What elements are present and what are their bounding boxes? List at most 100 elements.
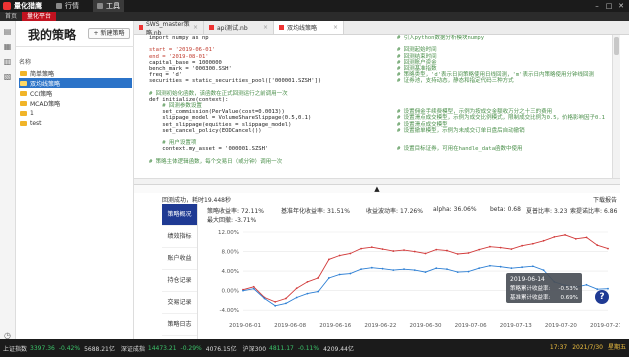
data-point (424, 252, 427, 255)
returns-chart[interactable]: 12.00% 8.00% 4.00% 0.00% -4.00% 2019-06-01 201… (198, 226, 620, 339)
help-icon[interactable]: ? (595, 290, 609, 304)
app-logo: 量化猎鹰 (0, 1, 42, 11)
collapse-up-icon[interactable]: ▲ (374, 185, 379, 193)
data-point (381, 267, 384, 270)
backtest-nav-item[interactable]: 交易记录 (162, 292, 197, 314)
code-text: # 策略主体逻辑函数，每个交易日（或分钟）调用一次 (149, 158, 283, 165)
data-point (478, 248, 481, 251)
data-point (607, 247, 609, 250)
data-point (349, 252, 352, 255)
tab-home[interactable]: 首页 (0, 12, 22, 21)
data-point (295, 287, 298, 290)
backtest-nav-item[interactable]: 持仓记录 (162, 270, 197, 292)
y-tick-label: -4.00% (220, 308, 239, 314)
metric-value: 0.68 (507, 206, 521, 213)
strategy-item[interactable]: 1 (19, 108, 132, 118)
backtest-nav-item[interactable]: 策略概况 (162, 204, 197, 226)
strategy-item[interactable]: 双均线策略 (19, 78, 132, 88)
x-tick-label: 2019-06-30 (410, 323, 442, 329)
research-icon[interactable]: ▦ (3, 42, 12, 51)
close-tab-icon[interactable]: × (263, 24, 268, 31)
metric-label: 索提诺比率: (570, 208, 603, 215)
index-change: -0.29% (180, 344, 202, 352)
y-tick-label: 4.00% (222, 269, 239, 275)
data-point (531, 242, 534, 245)
data-point (553, 235, 556, 238)
max-drawdown-row: 最大回撤: -3.71% (207, 215, 256, 224)
strategy-item-label: MCAD策略 (30, 100, 61, 108)
panel-splitter[interactable]: ▲ (134, 184, 620, 193)
backtest-nav-item[interactable]: 策略日志 (162, 314, 197, 336)
sub-tab-bar: 首页 量化平台 (0, 12, 629, 21)
maximize-icon[interactable]: □ (603, 2, 615, 10)
editor-tab[interactable]: 双均线策略 × (274, 21, 344, 34)
editor-tab[interactable]: api测试.nb × (204, 21, 274, 34)
close-icon[interactable]: ✕ (615, 2, 627, 10)
metric-item: beta: 0.68 (490, 206, 521, 213)
data-point (338, 273, 341, 276)
strategy-item-label: test (30, 119, 42, 127)
data-point (285, 302, 287, 305)
clock-weekday: 星期五 (607, 344, 626, 351)
panel-divider (16, 46, 134, 47)
data-point (392, 269, 395, 272)
editor-tab[interactable]: SWS_master策略.nb × (134, 21, 204, 37)
code-editor[interactable]: import numpy as np # 引入python数据分析模块numpy s… (134, 35, 612, 178)
backtest-nav: 策略概况 绩效指标 账户收益 持仓记录 交易记录 策略日志 (162, 204, 198, 339)
nav-market[interactable]: 行情 (52, 0, 83, 12)
tools-icon (97, 3, 103, 9)
x-tick-label: 2019-07-20 (545, 323, 577, 329)
index-amount: 5688.21亿 (84, 345, 115, 353)
data-point (456, 271, 459, 273)
market-icon (56, 3, 62, 9)
data-point (306, 292, 309, 295)
nav-tools[interactable]: 工具 (93, 0, 124, 12)
strategy-item[interactable]: CCI策略 (19, 88, 132, 98)
name-column-header: 名称 (19, 59, 32, 66)
data-point (403, 268, 405, 271)
x-tick-label: 2019-06-01 (229, 323, 261, 329)
close-tab-icon[interactable]: × (333, 24, 338, 31)
metric-item: 夏普比率: 3.23 (526, 206, 567, 215)
data-icon[interactable]: ▥ (3, 57, 12, 66)
download-report-link[interactable]: 下载报告 (593, 195, 617, 204)
backtest-status-row: 回测成功，耗时19.448秒 下载报告 (162, 195, 620, 204)
data-point (542, 239, 545, 242)
data-point (510, 267, 513, 270)
x-tick-label: 2019-06-08 (274, 323, 306, 329)
metric-label: 夏普比率: (526, 208, 553, 215)
x-tick-label: 2019-07-27 (590, 323, 620, 329)
tooltip-strategy-label: 策略累计收益率: (510, 284, 551, 292)
data-point (381, 248, 384, 251)
minimize-icon[interactable]: – (591, 2, 603, 10)
x-tick-label: 2019-06-22 (364, 323, 396, 329)
new-strategy-button[interactable]: + 新建策略 (88, 28, 130, 39)
close-tab-icon[interactable]: × (193, 24, 198, 31)
data-point (392, 250, 395, 252)
left-icon-rail: ▤ ▦ ▥ ▧ ◷ (0, 21, 16, 340)
book-icon[interactable]: ▧ (3, 72, 12, 81)
data-point (521, 244, 524, 247)
backtest-nav-item[interactable]: 账户收益 (162, 248, 197, 270)
strategy-item-label: 简单策略 (30, 70, 55, 78)
scroll-thumb[interactable] (614, 37, 619, 55)
ticker-bar: 上证指数 3397.36 -0.42% 5688.21亿 深证成指 14473.21 -0.… (0, 339, 629, 357)
metric-value: 3.23 (554, 208, 568, 215)
strategy-item[interactable]: test (19, 118, 132, 128)
tab-quant-platform[interactable]: 量化平台 (22, 12, 57, 21)
backtest-nav-item[interactable]: 绩效指标 (162, 226, 197, 248)
strategy-item[interactable]: 简单策略 (19, 68, 132, 78)
data-point (585, 283, 588, 286)
window-controls: – □ ✕ (591, 0, 627, 12)
editor-vertical-scrollbar[interactable] (612, 35, 620, 178)
metric-item: 基准年化收益率: 31.51% (281, 206, 350, 215)
metric-value: 6.86 (604, 208, 618, 215)
strategy-item[interactable]: MCAD策略 (19, 98, 132, 108)
data-point (542, 269, 545, 272)
panel-title: 我的策略 (28, 28, 77, 42)
index-value: 14473.21 (147, 344, 177, 352)
nav-tools-label: 工具 (106, 2, 120, 10)
y-tick-label: 8.00% (222, 250, 239, 256)
metric-value: 31.51% (327, 208, 350, 215)
strategy-icon[interactable]: ▤ (3, 27, 12, 36)
